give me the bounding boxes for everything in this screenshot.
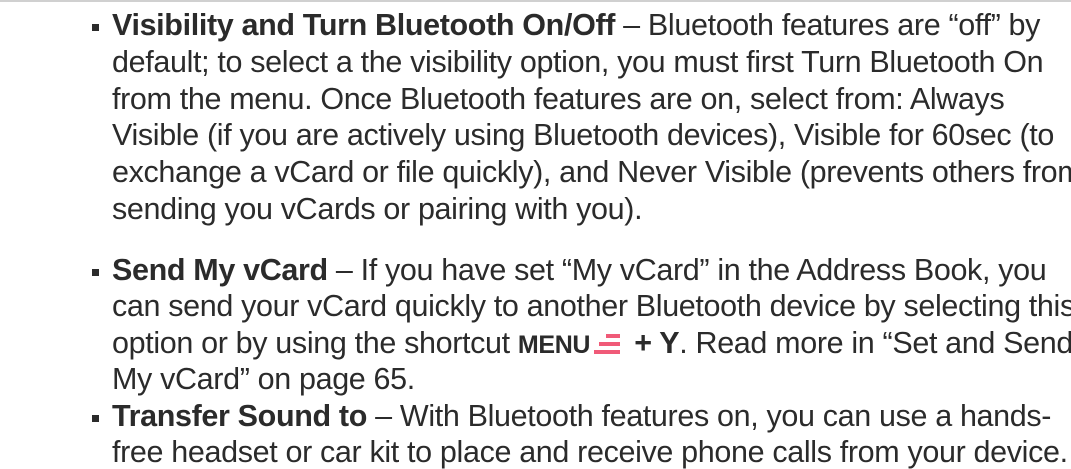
text-line: My vCard” on page 65. xyxy=(112,362,415,396)
text-line: sending you vCards or pairing with you). xyxy=(112,192,643,226)
text-line: Transfer Sound to – With Bluetooth featu… xyxy=(112,399,1051,433)
shortcut-key: + Y xyxy=(626,326,680,360)
bullet-icon xyxy=(92,415,99,422)
text-line: default; to select a the visibility opti… xyxy=(112,45,1044,79)
item-description: – With Bluetooth features on, you can us… xyxy=(367,399,1052,433)
bullet-icon xyxy=(92,269,99,276)
text-fragment: . Read more in “Set and Send xyxy=(679,326,1071,360)
text-line: option or by using the shortcut MENU + Y… xyxy=(112,326,1071,362)
text-line: Visible (if you are actively using Bluet… xyxy=(112,118,1054,152)
top-divider xyxy=(0,0,1071,2)
text-line: Send My vCard – If you have set “My vCar… xyxy=(112,253,1047,287)
item-term: Visibility and Turn Bluetooth On/Off xyxy=(112,8,616,42)
item-term: Send My vCard xyxy=(112,253,328,287)
text-line: from the menu. Once Bluetooth features a… xyxy=(112,82,1005,116)
text-line: free headset or car kit to place and rec… xyxy=(112,435,1068,469)
text-line: exchange a vCard or file quickly), and N… xyxy=(112,155,1071,189)
item-description: – If you have set “My vCard” in the Addr… xyxy=(327,253,1047,287)
menu-lines-icon xyxy=(594,333,621,355)
item-term: Transfer Sound to xyxy=(112,399,368,433)
bullet-icon xyxy=(92,24,99,31)
text-line: can send your vCard quickly to another B… xyxy=(112,289,1071,323)
text-line: Visibility and Turn Bluetooth On/Off – B… xyxy=(112,8,1040,42)
item-description: – Bluetooth features are “off” by xyxy=(615,8,1041,42)
text-fragment: option or by using the shortcut xyxy=(112,326,518,360)
menu-key-label: MENU xyxy=(517,331,591,359)
